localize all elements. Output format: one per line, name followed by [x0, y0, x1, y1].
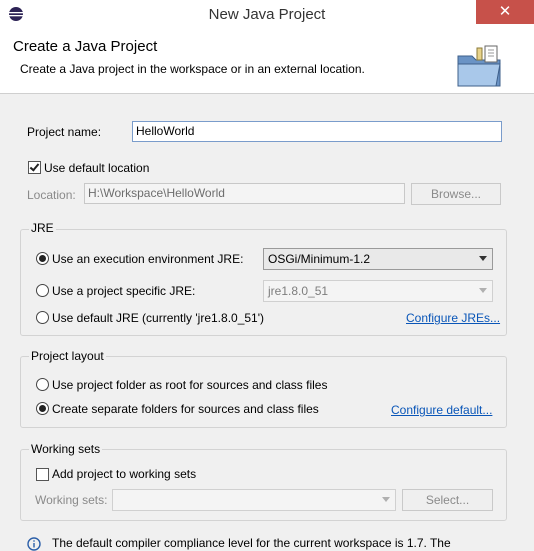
exec-env-value: OSGi/Minimum-1.2 [268, 252, 371, 266]
info-icon [27, 537, 41, 551]
location-input[interactable]: H:\Workspace\HelloWorld [84, 183, 405, 204]
window-title: New Java Project [208, 6, 326, 23]
banner-title: Create a Java Project [13, 38, 158, 55]
select-working-sets-button[interactable]: Select... [402, 489, 493, 511]
close-button[interactable]: ✕ [476, 0, 534, 24]
jre-group-title: JRE [29, 221, 56, 235]
chevron-down-icon [479, 288, 487, 293]
layout-root-label: Use project folder as root for sources a… [52, 378, 328, 392]
exec-env-dropdown[interactable]: OSGi/Minimum-1.2 [263, 248, 493, 270]
header-banner: Create a Java Project Create a Java proj… [0, 31, 534, 94]
add-to-working-sets-checkbox[interactable] [36, 468, 49, 481]
default-location-label: Use default location [44, 161, 150, 175]
configure-default-link[interactable]: Configure default... [391, 403, 492, 417]
default-jre-radio[interactable] [36, 311, 49, 324]
configure-jres-link[interactable]: Configure JREs... [406, 311, 500, 325]
close-icon: ✕ [498, 3, 512, 20]
title-bar: New Java Project ✕ [0, 0, 534, 32]
chevron-down-icon [479, 256, 487, 261]
project-layout-group-title: Project layout [29, 349, 106, 363]
project-specific-jre-value: jre1.8.0_51 [268, 284, 329, 298]
banner-description: Create a Java project in the workspace o… [20, 62, 365, 76]
browse-button[interactable]: Browse... [411, 183, 501, 205]
exec-env-label: Use an execution environment JRE: [52, 252, 244, 266]
default-location-checkbox[interactable] [28, 161, 41, 174]
location-label: Location: [27, 188, 76, 202]
add-to-working-sets-label: Add project to working sets [52, 467, 197, 481]
project-specific-jre-dropdown[interactable]: jre1.8.0_51 [263, 280, 493, 302]
layout-root-radio[interactable] [36, 378, 49, 391]
compliance-info-text: The default compiler compliance level fo… [52, 536, 451, 550]
project-name-label: Project name: [27, 125, 102, 139]
working-sets-group-title: Working sets [29, 442, 103, 456]
working-sets-dropdown[interactable] [112, 489, 396, 511]
working-sets-label: Working sets: [35, 493, 108, 507]
project-name-input[interactable]: HelloWorld [132, 121, 502, 142]
chevron-down-icon [382, 497, 390, 502]
project-specific-jre-radio[interactable] [36, 284, 49, 297]
exec-env-radio[interactable] [36, 252, 49, 265]
layout-separate-radio[interactable] [36, 402, 49, 415]
project-specific-jre-label: Use a project specific JRE: [52, 284, 196, 298]
new-project-folder-icon [457, 45, 501, 87]
layout-separate-label: Create separate folders for sources and … [52, 402, 319, 416]
default-jre-label: Use default JRE (currently 'jre1.8.0_51'… [52, 311, 265, 325]
project-layout-group [20, 356, 507, 428]
